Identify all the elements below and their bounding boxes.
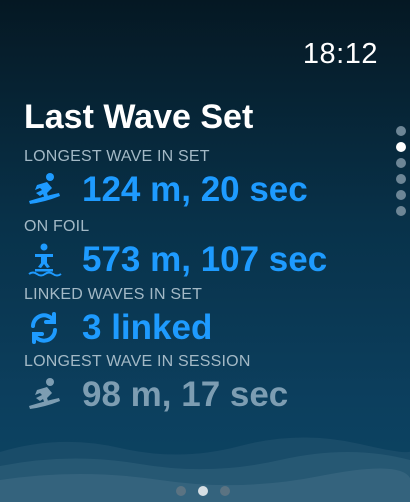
horizontal-page-indicator (176, 486, 230, 496)
linked-arrows-icon (24, 308, 64, 348)
surfer-icon (24, 375, 64, 415)
page-dot (396, 206, 406, 216)
metric-value: 124 m, 20 sec (82, 170, 308, 209)
vertical-page-indicator (396, 126, 406, 216)
metric-label: LINKED WAVES IN SET (24, 286, 203, 303)
foil-surfer-icon (24, 240, 64, 280)
page-dot (220, 486, 230, 496)
status-time: 18:12 (302, 38, 378, 70)
metric-value: 3 linked (82, 308, 213, 347)
page-title: Last Wave Set (24, 98, 254, 136)
surfer-icon (24, 170, 64, 210)
page-dot (396, 158, 406, 168)
metric-label: ON FOIL (24, 218, 90, 235)
page-dot (176, 486, 186, 496)
metric-value: 573 m, 107 sec (82, 240, 328, 279)
page-dot (396, 190, 406, 200)
metric-value: 98 m, 17 sec (82, 375, 289, 414)
page-dot-active (396, 142, 406, 152)
metric-longest-wave-in-set: LONGEST WAVE IN SET 124 m, 20 sec (24, 148, 308, 210)
metric-label: LONGEST WAVE IN SET (24, 148, 210, 165)
metric-longest-wave-in-session: LONGEST WAVE IN SESSION 98 m, 17 sec (24, 353, 288, 415)
metric-label: LONGEST WAVE IN SESSION (24, 353, 251, 370)
page-dot-active (198, 486, 208, 496)
metric-on-foil: ON FOIL 573 m, 107 sec (24, 218, 327, 280)
page-dot (396, 126, 406, 136)
page-dot (396, 174, 406, 184)
metric-linked-waves: LINKED WAVES IN SET 3 linked (24, 286, 212, 348)
